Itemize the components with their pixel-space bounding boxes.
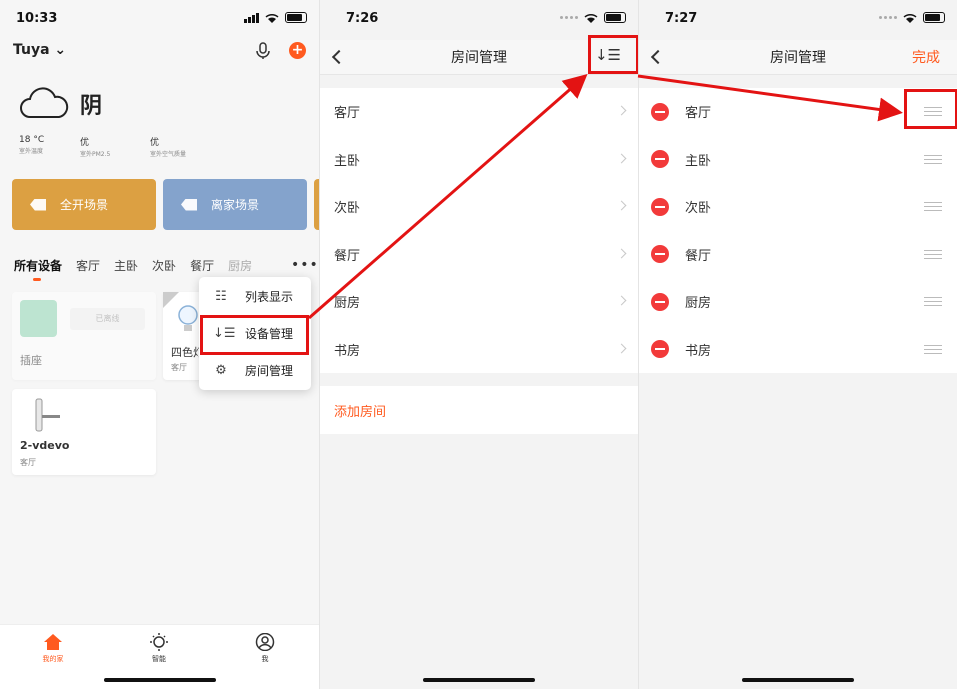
annotation-arrows <box>308 74 903 320</box>
arrow-to-sort <box>308 74 588 320</box>
arrow-to-drag <box>637 74 903 122</box>
